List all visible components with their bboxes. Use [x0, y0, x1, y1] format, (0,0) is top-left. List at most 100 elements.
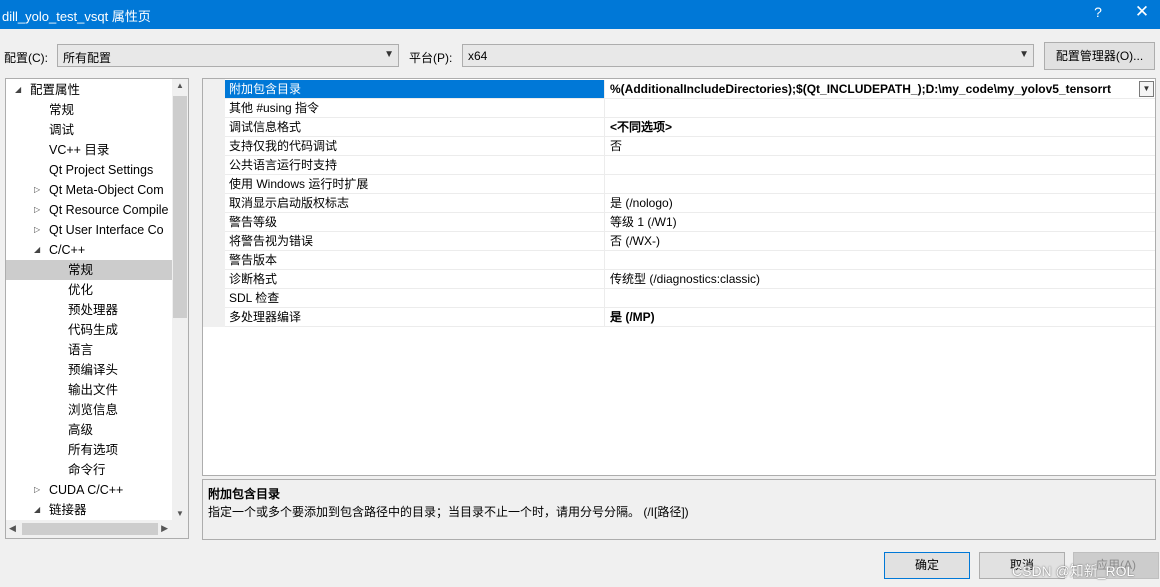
property-row[interactable]: 取消显示启动版权标志是 (/nologo) [225, 194, 1155, 213]
property-name: 公共语言运行时支持 [225, 156, 605, 174]
config-label: 配置(C): [4, 51, 48, 65]
scroll-left-icon[interactable]: ◀ [9, 523, 16, 534]
tree-expanded-icon[interactable]: ◢ [15, 80, 21, 100]
platform-dropdown[interactable]: x64 ▼ [462, 44, 1034, 67]
tree-item-label: VC++ 目录 [49, 143, 110, 157]
tree-item[interactable]: 常规 [6, 260, 172, 280]
ok-button[interactable]: 确定 [884, 552, 970, 579]
property-row[interactable]: 调试信息格式 <不同选项> [225, 118, 1155, 137]
tree-item[interactable]: 语言 [6, 340, 172, 360]
property-name: 警告等级 [225, 213, 605, 231]
help-icon[interactable]: ? [1090, 4, 1106, 20]
property-value[interactable]: <不同选项> [606, 118, 1155, 136]
property-value[interactable] [606, 156, 1155, 174]
tree-collapsed-icon[interactable]: ▷ [34, 180, 40, 200]
property-name: 附加包含目录 [225, 80, 605, 98]
property-row[interactable]: 警告版本 [225, 251, 1155, 270]
property-name: 支持仅我的代码调试 [225, 137, 605, 155]
property-row[interactable]: 将警告视为错误否 (/WX-) [225, 232, 1155, 251]
property-name: 使用 Windows 运行时扩展 [225, 175, 605, 193]
tree-item[interactable]: 调试 [6, 120, 172, 140]
property-value[interactable] [606, 175, 1155, 193]
property-row[interactable]: 多处理器编译是 (/MP) [225, 308, 1155, 327]
tree-item[interactable]: 优化 [6, 280, 172, 300]
property-value[interactable] [606, 289, 1155, 307]
config-dropdown[interactable]: 所有配置 ▼ [57, 44, 399, 67]
property-row[interactable]: 其他 #using 指令 [225, 99, 1155, 118]
tree-expanded-icon[interactable]: ◢ [34, 500, 40, 520]
tree-item[interactable]: 预处理器 [6, 300, 172, 320]
tree-item[interactable]: 所有选项 [6, 440, 172, 460]
tree-item[interactable]: 代码生成 [6, 320, 172, 340]
property-value[interactable] [606, 99, 1155, 117]
tree-item[interactable]: 常规 [6, 100, 172, 120]
property-name: 诊断格式 [225, 270, 605, 288]
tree-item-label: Qt Project Settings [49, 163, 154, 177]
tree-item[interactable]: Qt Project Settings [6, 160, 172, 180]
property-value[interactable]: 是 (/nologo) [606, 194, 1155, 212]
property-name: 多处理器编译 [225, 308, 605, 326]
tree-item-label: 输出文件 [68, 383, 119, 397]
tree-item[interactable]: ▷ Qt Meta-Object Com [6, 180, 172, 200]
property-row[interactable]: 公共语言运行时支持 [225, 156, 1155, 175]
platform-label: 平台(P): [409, 51, 453, 65]
config-value: 所有配置 [63, 51, 112, 65]
tree-vertical-scrollbar[interactable]: ▲ ▼ [172, 79, 188, 520]
description-panel: 附加包含目录 指定一个或多个要添加到包含路径中的目录；当目录不止一个时，请用分号… [202, 479, 1156, 540]
tree-item-label: Qt Meta-Object Com [49, 183, 164, 197]
hscroll-thumb[interactable] [22, 523, 158, 535]
property-name: 将警告视为错误 [225, 232, 605, 250]
tree-collapsed-icon[interactable]: ▷ [34, 220, 40, 240]
tree-item[interactable]: ◢ 配置属性 [6, 80, 172, 100]
property-value[interactable]: 传统型 (/diagnostics:classic) [606, 270, 1155, 288]
property-row[interactable]: 支持仅我的代码调试否 [225, 137, 1155, 156]
category-tree[interactable]: ◢ 配置属性 常规 调试 VC++ 目录 Qt Project Settings ▷ Qt M… [5, 78, 189, 539]
tree-collapsed-icon[interactable]: ▷ [34, 200, 40, 220]
tree-expanded-icon[interactable]: ◢ [34, 240, 40, 260]
tree-item-label: 常规 [68, 263, 94, 277]
tree-item[interactable]: ▷ Qt Resource Compile [6, 200, 172, 220]
chevron-down-icon[interactable]: ▼ [1139, 81, 1154, 97]
tree-item[interactable]: ▷ Qt User Interface Co [6, 220, 172, 240]
tree-item-label: 预编译头 [68, 363, 119, 377]
tree-item-label: Qt User Interface Co [49, 223, 164, 237]
tree-item-label: 高级 [68, 423, 94, 437]
scroll-up-icon[interactable]: ▲ [172, 81, 188, 90]
property-grid[interactable]: 附加包含目录 %(AdditionalIncludeDirectories);$(… [202, 78, 1156, 476]
tree-item-label: C/C++ [49, 243, 86, 257]
property-value[interactable]: 否 (/WX-) [606, 232, 1155, 250]
title-bar: dill_yolo_test_vsqt 属性页 ? ✕ [0, 0, 1160, 29]
property-value[interactable]: %(AdditionalIncludeDirectories);$(Qt_INC… [606, 80, 1155, 98]
tree-item[interactable]: 高级 [6, 420, 172, 440]
chevron-down-icon: ▼ [1019, 49, 1029, 60]
property-value[interactable] [606, 251, 1155, 269]
property-value[interactable]: 等级 1 (/W1) [606, 213, 1155, 231]
property-row[interactable]: 附加包含目录 %(AdditionalIncludeDirectories);$(… [225, 80, 1155, 99]
property-value[interactable]: 是 (/MP) [606, 308, 1155, 326]
tree-item[interactable]: 浏览信息 [6, 400, 172, 420]
scroll-down-icon[interactable]: ▼ [172, 509, 188, 518]
tree-item[interactable]: VC++ 目录 [6, 140, 172, 160]
tree-item[interactable]: 命令行 [6, 460, 172, 480]
property-row[interactable]: 使用 Windows 运行时扩展 [225, 175, 1155, 194]
config-manager-button[interactable]: 配置管理器(O)... [1044, 42, 1155, 70]
property-row[interactable]: SDL 检查 [225, 289, 1155, 308]
tree-item[interactable]: 预编译头 [6, 360, 172, 380]
scroll-right-icon[interactable]: ▶ [161, 523, 168, 534]
tree-collapsed-icon[interactable]: ▷ [34, 480, 40, 500]
tree-item[interactable]: ▷ CUDA C/C++ [6, 480, 172, 500]
window-title: dill_yolo_test_vsqt 属性页 [2, 9, 151, 24]
scroll-thumb[interactable] [173, 96, 187, 318]
property-row[interactable]: 诊断格式 传统型 (/diagnostics:classic) [225, 270, 1155, 289]
property-row[interactable]: 警告等级 等级 1 (/W1) [225, 213, 1155, 232]
property-name: 其他 #using 指令 [225, 99, 605, 117]
property-name: 取消显示启动版权标志 [225, 194, 605, 212]
property-name: 警告版本 [225, 251, 605, 269]
close-icon[interactable]: ✕ [1133, 2, 1151, 22]
tree-item[interactable]: 输出文件 [6, 380, 172, 400]
tree-item[interactable]: ◢ 链接器 [6, 500, 172, 520]
property-value[interactable]: 否 [606, 137, 1155, 155]
property-name: 调试信息格式 [225, 118, 605, 136]
tree-item[interactable]: ◢ C/C++ [6, 240, 172, 260]
tree-horizontal-scrollbar[interactable]: ◀ ▶ [6, 520, 172, 538]
